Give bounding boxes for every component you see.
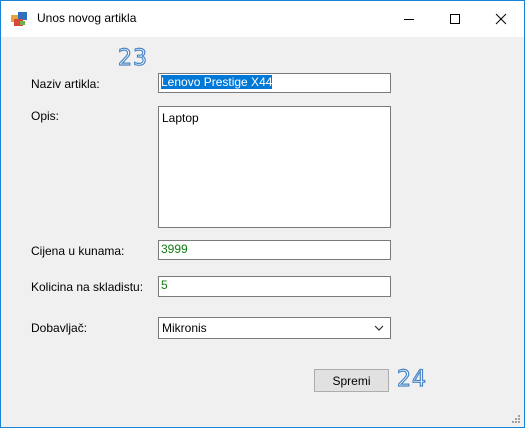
app-icon xyxy=(11,12,27,26)
description-label: Opis: xyxy=(31,109,60,123)
annotation-number: 23 xyxy=(117,45,148,71)
maximize-icon xyxy=(450,14,460,24)
form-body: 23 Naziv artikla: Lenovo Prestige X44 Op… xyxy=(1,37,524,427)
resize-grip-icon[interactable] xyxy=(511,414,521,424)
supplier-select[interactable]: Mikronis xyxy=(158,317,391,339)
price-label: Cijena u kunama: xyxy=(31,244,125,258)
title-bar[interactable]: Unos novog artikla xyxy=(1,1,524,37)
name-label: Naziv artikla: xyxy=(31,77,100,91)
quantity-label: Kolicina na skladistu: xyxy=(31,280,144,294)
minimize-icon xyxy=(404,19,414,20)
name-input[interactable]: Lenovo Prestige X44 xyxy=(158,73,391,93)
annotation-number: 24 xyxy=(396,366,427,392)
maximize-button[interactable] xyxy=(432,1,478,37)
name-value: Lenovo Prestige X44 xyxy=(161,75,273,89)
price-value: 3999 xyxy=(161,242,188,256)
supplier-label: Dobavljač: xyxy=(31,321,88,335)
minimize-button[interactable] xyxy=(386,1,432,37)
close-icon xyxy=(495,13,507,25)
quantity-input[interactable]: 5 xyxy=(158,276,391,297)
chevron-down-icon xyxy=(374,325,384,331)
description-value: Laptop xyxy=(162,111,199,125)
close-button[interactable] xyxy=(478,1,524,37)
price-input[interactable]: 3999 xyxy=(158,240,391,260)
description-textarea[interactable]: Laptop xyxy=(158,106,391,228)
window-title: Unos novog artikla xyxy=(37,11,137,25)
supplier-value: Mikronis xyxy=(162,321,207,335)
save-button-label: Spremi xyxy=(332,373,371,388)
save-button[interactable]: Spremi xyxy=(314,369,389,392)
dialog-window: Unos novog artikla 23 Naziv artikla: Len… xyxy=(0,0,525,428)
quantity-value: 5 xyxy=(161,278,168,292)
